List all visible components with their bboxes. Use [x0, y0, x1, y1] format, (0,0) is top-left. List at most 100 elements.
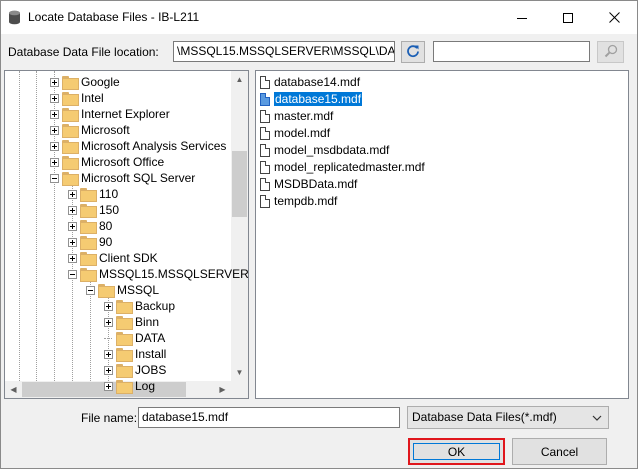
tree-item[interactable]: Microsoft SQL Server — [50, 170, 195, 186]
folder-icon — [116, 300, 133, 314]
collapse-icon[interactable] — [50, 173, 59, 183]
file-list-item[interactable]: model_msdbdata.mdf — [260, 142, 389, 158]
expand-icon[interactable] — [68, 253, 77, 263]
tree-item[interactable]: MSSQL15.MSSQLSERVER — [68, 266, 248, 282]
folder-icon — [80, 188, 97, 202]
tree-item-label: 110 — [99, 187, 119, 201]
file-type-select[interactable]: Database Data Files(*.mdf) — [407, 406, 609, 429]
tree-vertical-scrollbar[interactable]: ▲ ▼ — [231, 71, 248, 381]
file-list[interactable]: database14.mdf database15.mdf master.mdf mo… — [255, 70, 629, 399]
tree-item[interactable]: Client SDK — [68, 250, 158, 266]
file-list-item[interactable]: model.mdf — [260, 125, 330, 141]
tree-item[interactable]: Binn — [104, 314, 159, 330]
file-list-item[interactable]: master.mdf — [260, 108, 333, 124]
file-name: model.mdf — [274, 126, 331, 140]
folder-icon — [80, 236, 97, 250]
file-icon — [260, 143, 270, 157]
expand-icon[interactable] — [68, 237, 77, 247]
refresh-icon — [406, 44, 420, 61]
tree-item[interactable]: DATA — [104, 330, 165, 346]
tree-item[interactable]: MSSQL — [86, 282, 159, 298]
collapse-icon[interactable] — [86, 285, 95, 295]
expand-icon[interactable] — [50, 109, 59, 119]
minimize-button[interactable] — [499, 1, 545, 34]
expand-icon[interactable] — [68, 189, 77, 199]
scroll-up-icon[interactable]: ▲ — [231, 71, 248, 88]
scroll-right-icon[interactable]: ▶ — [214, 381, 231, 398]
expand-icon[interactable] — [50, 125, 59, 135]
refresh-button[interactable] — [401, 41, 425, 63]
folder-tree[interactable]: ▲ ▼ ◀ ▶ Google Intel Internet Explorer Micr… — [4, 70, 249, 399]
tree-item[interactable]: Microsoft Analysis Services — [50, 138, 226, 154]
folder-icon — [62, 92, 79, 106]
collapse-icon[interactable] — [68, 269, 77, 279]
tree-item[interactable]: Install — [104, 346, 166, 362]
folder-icon — [62, 76, 79, 90]
file-icon — [260, 194, 270, 208]
tree-item[interactable]: Google — [50, 74, 120, 90]
tree-item[interactable]: 110 — [68, 186, 118, 202]
file-list-item[interactable]: tempdb.mdf — [260, 193, 337, 209]
close-button[interactable] — [591, 1, 637, 34]
file-list-item[interactable]: database15.mdf — [260, 91, 363, 107]
expand-icon[interactable] — [50, 157, 59, 167]
scroll-down-icon[interactable]: ▼ — [231, 364, 248, 381]
file-name: master.mdf — [274, 109, 334, 123]
close-icon — [608, 12, 620, 23]
title-bar: Locate Database Files - IB-L211 — [1, 1, 637, 34]
location-input[interactable]: \MSSQL15.MSSQLSERVER\MSSQL\DATA — [173, 41, 395, 62]
folder-icon — [116, 364, 133, 378]
search-button[interactable] — [597, 41, 624, 63]
file-name: model_replicatedmaster.mdf — [274, 160, 425, 174]
file-list-item[interactable]: MSDBData.mdf — [260, 176, 357, 192]
tree-item[interactable]: Internet Explorer — [50, 106, 170, 122]
folder-icon — [116, 332, 133, 346]
folder-icon — [62, 140, 79, 154]
tree-item-label: Backup — [135, 299, 176, 313]
folder-icon — [62, 108, 79, 122]
tree-item-label: Google — [81, 75, 120, 89]
tree-item-label: Microsoft Analysis Services — [81, 139, 227, 153]
expand-icon[interactable] — [104, 301, 113, 311]
tree-item[interactable]: Microsoft — [50, 122, 130, 138]
maximize-icon — [563, 12, 573, 23]
tree-item[interactable]: Microsoft Office — [50, 154, 164, 170]
expand-icon[interactable] — [104, 349, 113, 359]
maximize-button[interactable] — [545, 1, 591, 34]
expand-icon[interactable] — [68, 205, 77, 215]
tree-item-label: 80 — [99, 219, 113, 233]
expand-icon[interactable] — [50, 141, 59, 151]
tree-item[interactable]: 150 — [68, 202, 119, 218]
tree-connector — [104, 334, 113, 343]
folder-icon — [116, 348, 133, 362]
file-icon — [260, 109, 270, 123]
tree-item[interactable]: 90 — [68, 234, 112, 250]
tree-item[interactable]: Log — [104, 378, 155, 394]
cancel-button[interactable]: Cancel — [512, 438, 607, 465]
expand-icon[interactable] — [50, 77, 59, 87]
tree-item[interactable]: 80 — [68, 218, 112, 234]
expand-icon[interactable] — [50, 93, 59, 103]
file-list-item[interactable]: database14.mdf — [260, 74, 360, 90]
folder-icon — [116, 380, 133, 394]
tree-item[interactable]: Backup — [104, 298, 175, 314]
file-icon — [260, 75, 270, 89]
folder-icon — [80, 220, 97, 234]
tree-scroll-thumb[interactable] — [232, 151, 247, 217]
tree-item[interactable]: Intel — [50, 90, 104, 106]
expand-icon[interactable] — [104, 381, 113, 391]
expand-icon[interactable] — [104, 365, 113, 375]
search-input[interactable] — [433, 41, 590, 62]
file-list-item[interactable]: model_replicatedmaster.mdf — [260, 159, 425, 175]
expand-icon[interactable] — [104, 317, 113, 327]
file-icon — [260, 160, 270, 174]
expand-icon[interactable] — [68, 221, 77, 231]
cancel-label: Cancel — [540, 444, 579, 459]
scroll-left-icon[interactable]: ◀ — [5, 381, 22, 398]
tree-item-label: Microsoft Office — [81, 155, 165, 169]
ok-button[interactable]: OK — [408, 438, 505, 465]
file-name: MSDBData.mdf — [274, 177, 358, 191]
tree-item[interactable]: JOBS — [104, 362, 166, 378]
file-name-label: File name: — [81, 411, 138, 425]
file-name-input[interactable]: database15.mdf — [138, 407, 400, 428]
